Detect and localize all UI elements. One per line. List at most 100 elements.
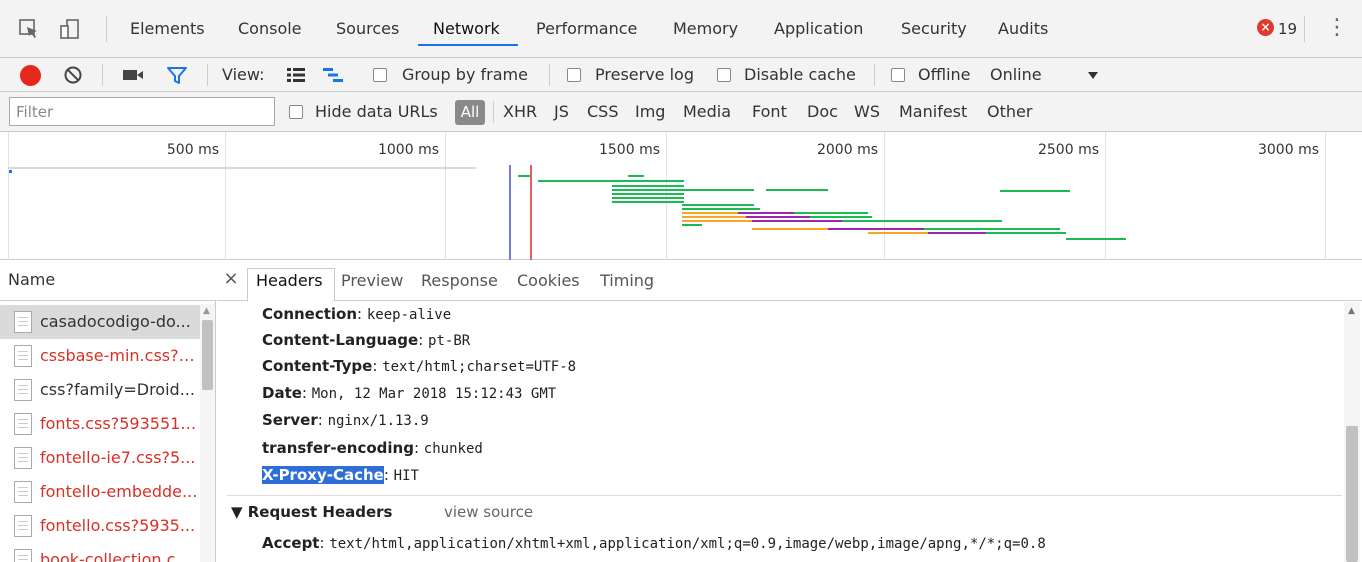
network-overview[interactable]: 500 ms 1000 ms 1500 ms 2000 ms 2500 ms 3… [0,132,1362,260]
request-row[interactable]: casadocodigo-do... [0,305,200,339]
tab-cookies[interactable]: Cookies [517,271,580,290]
overview-gridline [666,132,667,260]
throttling-select[interactable]: Online [990,58,1042,92]
filter-funnel-icon[interactable] [166,66,188,85]
waterfall-overview-icon[interactable] [322,67,344,83]
filter-type-xhr[interactable]: XHR [503,92,537,132]
request-row[interactable]: book-collection.cs... [0,543,200,562]
filter-type-all[interactable]: All [455,100,485,125]
header-key-selected[interactable]: X-Proxy-Cache [262,466,384,484]
name-column-label: Name [8,270,56,289]
error-count[interactable]: 19 [1278,16,1297,42]
tab-memory[interactable]: Memory [670,16,741,50]
filter-type-media[interactable]: Media [683,92,731,132]
tab-elements[interactable]: Elements [127,16,208,50]
filter-type-ws[interactable]: WS [854,92,880,132]
scroll-up-icon[interactable]: ▲ [1348,306,1355,316]
filter-type-img[interactable]: Img [635,92,665,132]
overview-gridline [1325,132,1326,260]
tab-console[interactable]: Console [235,16,305,50]
header-key: Connection [262,305,358,323]
header-key: Content-Type [262,357,373,375]
tab-response[interactable]: Response [421,271,498,290]
hide-data-urls-label: Hide data URLs [315,102,438,121]
details-scrollbar[interactable]: ▲ [1344,302,1360,562]
scrollbar-thumb[interactable] [1346,426,1358,562]
request-headers-section-toggle[interactable]: ▼ Request Headers [231,503,392,521]
overview-request-bar [682,220,752,222]
name-column-header[interactable]: Name [0,260,216,301]
clear-icon[interactable] [63,65,83,85]
toolbar-divider [1304,16,1305,42]
header-value: HIT [393,468,419,484]
filter-input[interactable] [9,97,275,126]
close-icon[interactable]: × [221,268,241,289]
header-value: keep-alive [366,307,452,323]
request-row[interactable]: css?family=Droid... [0,373,200,407]
scrollbar-thumb[interactable] [202,320,213,390]
request-row[interactable]: fontello.css?5935... [0,509,200,543]
offline-checkbox[interactable] [891,68,905,82]
overview-request-bar [752,220,842,222]
tab-preview[interactable]: Preview [341,271,403,290]
request-row[interactable]: fontello-embedde... [0,475,200,509]
preserve-log-checkbox[interactable] [567,68,581,82]
tab-security[interactable]: Security [898,16,970,50]
filter-type-other[interactable]: Other [987,92,1032,132]
document-file-icon [14,311,32,333]
request-list-scrollbar[interactable]: ▲ [200,304,215,562]
overview-gridline [225,132,226,260]
group-by-frame-checkbox[interactable] [373,68,387,82]
overview-gridline [445,132,446,260]
request-row[interactable]: fonts.css?5935512... [0,407,200,441]
header-value: chunked [423,441,483,457]
tab-audits[interactable]: Audits [995,16,1051,50]
filter-type-font[interactable]: Font [752,92,787,132]
inspect-element-icon[interactable] [18,18,40,40]
overview-request-bar [986,232,1066,234]
dropdown-arrow-icon[interactable] [1087,71,1099,80]
overview-tick-label: 2500 ms [1037,142,1099,158]
request-name: fontello.css?5935... [40,516,196,535]
view-source-link[interactable]: view source [444,503,533,521]
large-rows-icon[interactable] [286,67,306,83]
header-value: nginx/1.13.9 [327,413,429,429]
screenshot-camera-icon[interactable] [122,68,144,82]
document-file-icon [14,413,32,435]
tab-application[interactable]: Application [771,16,866,50]
filter-type-css[interactable]: CSS [587,92,618,132]
filter-type-js[interactable]: JS [554,92,569,132]
request-row[interactable]: cssbase-min.css?5... [0,339,200,373]
tab-sources[interactable]: Sources [333,16,402,50]
request-row[interactable]: fontello-ie7.css?5... [0,441,200,475]
overview-request-bar [682,208,760,210]
overview-request-bar [612,193,684,195]
hide-data-urls-checkbox[interactable] [289,105,303,119]
overview-gridline [884,132,885,260]
document-file-icon [14,481,32,503]
overview-activity-bar [8,167,476,169]
more-options-icon[interactable]: ⋮ [1326,14,1348,42]
scroll-up-icon[interactable]: ▲ [203,306,210,316]
request-name: fontello-embedde... [40,482,198,501]
device-toolbar-icon[interactable] [58,18,80,40]
error-icon[interactable]: × [1257,19,1274,36]
filter-type-manifest[interactable]: Manifest [899,92,967,132]
overview-request-bar [738,212,794,214]
header-value: text/html;charset=UTF-8 [382,359,577,375]
tab-headers[interactable]: Headers [256,271,323,290]
header-value: Mon, 12 Mar 2018 15:12:43 GMT [311,386,557,402]
overview-request-bar [928,232,986,234]
overview-request-bar [682,212,738,214]
overview-tick-label: 500 ms [166,142,219,158]
overview-tick-label: 1000 ms [377,142,439,158]
toolbar-divider [493,101,494,123]
toolbar-divider [549,64,550,86]
filter-type-doc[interactable]: Doc [807,92,838,132]
tab-performance[interactable]: Performance [533,16,640,50]
record-button[interactable] [20,65,41,86]
disable-cache-checkbox[interactable] [717,68,731,82]
group-by-frame-label: Group by frame [402,65,528,84]
tab-timing[interactable]: Timing [600,271,654,290]
overview-gridline [8,132,9,260]
